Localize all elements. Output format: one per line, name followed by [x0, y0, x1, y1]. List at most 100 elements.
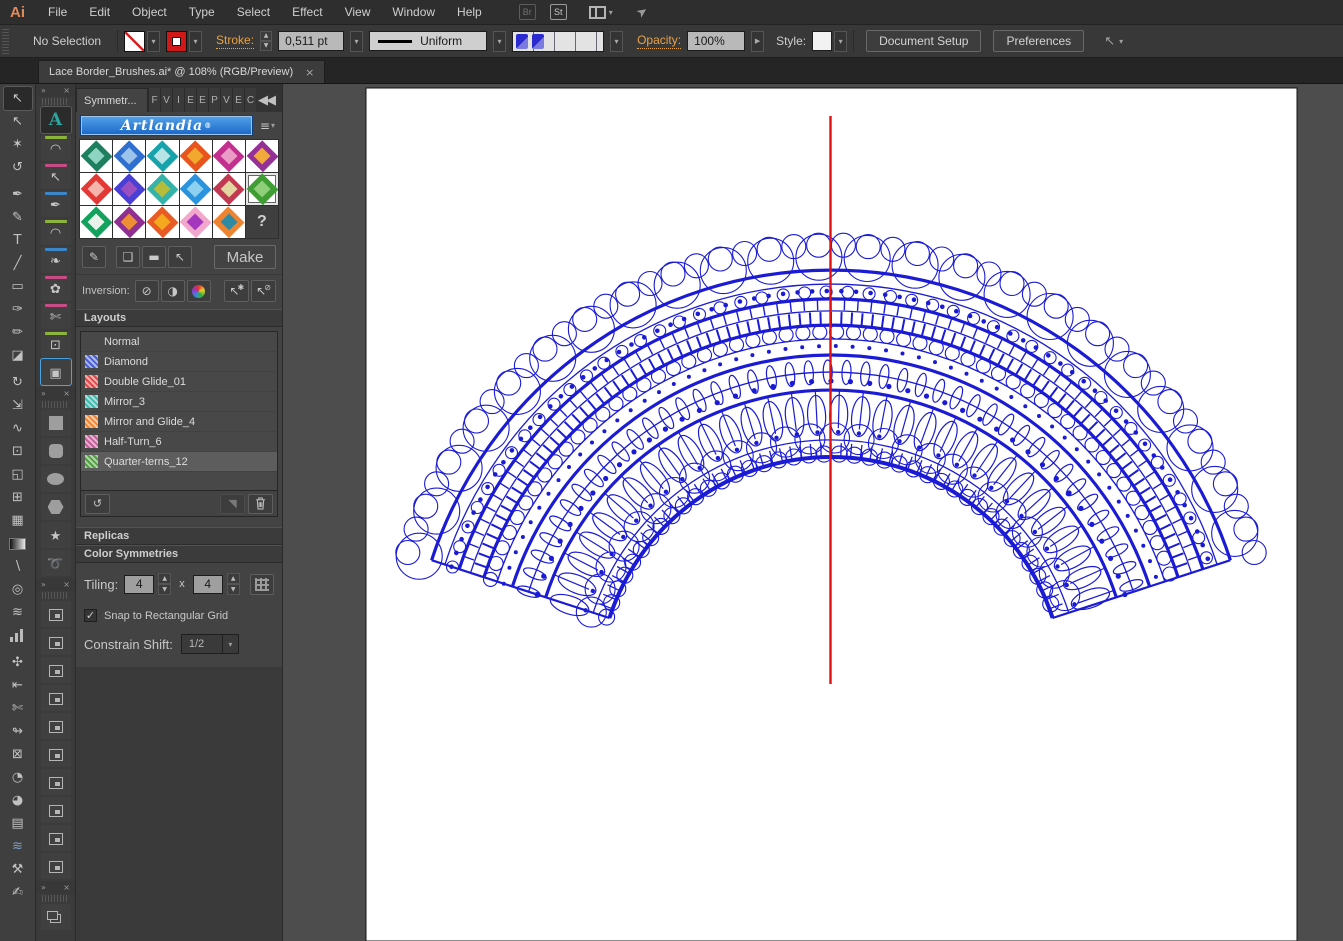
- magic-wand-tool[interactable]: ✶: [4, 133, 32, 156]
- inversion-half-button[interactable]: ◑: [161, 280, 185, 302]
- tiling-y-stepper[interactable]: ▲ ▼: [227, 573, 240, 595]
- direct-selection-tool[interactable]: ↖: [4, 110, 32, 133]
- shapes-mode-button[interactable]: ❑: [116, 246, 140, 268]
- menu-edit[interactable]: Edit: [78, 5, 121, 19]
- dock-grip-handle[interactable]: [42, 98, 69, 105]
- arcs-tool[interactable]: ≋: [4, 835, 32, 858]
- artlandia-logo[interactable]: Artlandia®: [80, 115, 253, 136]
- stepper-up-icon[interactable]: ▲: [158, 573, 171, 584]
- select-art-tool-6[interactable]: [41, 741, 71, 767]
- leaf-tool[interactable]: ❧: [41, 247, 71, 273]
- arc-pen-tool[interactable]: ◠: [41, 135, 71, 161]
- stroke-weight-input[interactable]: 0,511 pt: [278, 31, 344, 51]
- swatch-olive-diamond[interactable]: [146, 173, 178, 205]
- tiling-y-input[interactable]: 4: [193, 575, 223, 594]
- dock-grip-handle[interactable]: [42, 895, 69, 902]
- stepper-up-icon[interactable]: ▲: [227, 573, 240, 584]
- layouts-header[interactable]: Layouts: [76, 309, 282, 327]
- stroke-profile-select[interactable]: Uniform: [369, 31, 487, 51]
- canvas-area[interactable]: [283, 84, 1343, 941]
- close-dock-icon[interactable]: ×: [63, 87, 70, 95]
- rectangle-tool[interactable]: ▭: [4, 275, 32, 298]
- arrow-mode-button[interactable]: ↖: [168, 246, 192, 268]
- swatch-blue-pinwheel[interactable]: [180, 173, 212, 205]
- swatch-peacock-scallops[interactable]: [80, 140, 112, 172]
- width-tool[interactable]: ∿: [4, 417, 32, 440]
- arc-pointer-tool[interactable]: ◕: [4, 789, 32, 812]
- layout-double-glide-01[interactable]: Double Glide_01: [81, 372, 277, 392]
- group-select-tool[interactable]: [41, 904, 71, 930]
- measure-tool[interactable]: ▤: [4, 812, 32, 835]
- paintbrush-tool[interactable]: ✑: [4, 298, 32, 321]
- symbol-sprayer-tool[interactable]: ≋: [4, 601, 32, 624]
- swatch-cream-red-lattice[interactable]: [213, 173, 245, 205]
- close-dock-icon[interactable]: ×: [63, 390, 70, 398]
- close-tab-icon[interactable]: ×: [305, 66, 314, 79]
- fill-dropdown-button[interactable]: ▾: [147, 31, 160, 52]
- swatch-help[interactable]: ?: [246, 206, 278, 238]
- close-dock-icon[interactable]: ×: [63, 884, 70, 892]
- workspace-switcher[interactable]: ▾: [589, 6, 613, 19]
- brush-definition-select[interactable]: [512, 31, 604, 52]
- preferences-button[interactable]: Preferences: [993, 30, 1084, 52]
- dock-grip-handle[interactable]: [42, 592, 69, 599]
- archer-tool[interactable]: ✍: [4, 881, 32, 904]
- inversion-color-wheel-button[interactable]: [187, 280, 211, 302]
- gpu-performance-button[interactable]: ➤: [637, 3, 648, 21]
- stepper-up-icon[interactable]: ▲: [260, 31, 272, 41]
- curvature-pen-tool[interactable]: ✎: [4, 206, 32, 229]
- swatch-blue-purple-diamonds[interactable]: [113, 173, 145, 205]
- pen-tool[interactable]: ✒: [4, 183, 32, 206]
- app-logo[interactable]: Ai: [0, 4, 37, 21]
- select-art-tool-10[interactable]: [41, 853, 71, 879]
- curvature-scissors-tool[interactable]: ↬: [4, 720, 32, 743]
- menu-object[interactable]: Object: [121, 5, 178, 19]
- rotate-tool[interactable]: ↻: [4, 371, 32, 394]
- opacity-label[interactable]: Opacity:: [637, 33, 681, 49]
- star-shape-tool[interactable]: ★: [41, 522, 71, 548]
- tab-symmetryworks[interactable]: Symmetr...: [76, 88, 148, 112]
- layout-mirror-3[interactable]: Mirror_3: [81, 392, 277, 412]
- collapsed-tab-4[interactable]: E: [184, 88, 196, 112]
- hexagon-shape-tool[interactable]: [41, 494, 71, 520]
- select-art-tool-1[interactable]: [41, 601, 71, 627]
- pen-mode-button[interactable]: ✎: [82, 246, 106, 268]
- pattern-cursor-tool[interactable]: ↖: [41, 163, 71, 189]
- snap-checkbox[interactable]: ✓: [84, 609, 97, 622]
- menu-type[interactable]: Type: [178, 5, 226, 19]
- square-shape-tool[interactable]: [41, 410, 71, 436]
- select-art-tool-4[interactable]: [41, 685, 71, 711]
- hammer-tool[interactable]: ⚒: [4, 858, 32, 881]
- select-art-tool-7[interactable]: [41, 769, 71, 795]
- needle-tool[interactable]: ✒: [41, 191, 71, 217]
- style-dropdown[interactable]: ▾: [834, 31, 847, 52]
- layout-quarter-terns-12[interactable]: Quarter-terns_12: [81, 452, 277, 472]
- align-options-button[interactable]: ↖ ▾: [1104, 34, 1123, 49]
- line-segment-tool[interactable]: ╱: [4, 252, 32, 275]
- layout-half-turn-6[interactable]: Half-Turn_6: [81, 432, 277, 452]
- color-symmetries-header[interactable]: Color Symmetries: [76, 545, 282, 563]
- artboard-tool[interactable]: ✣: [4, 651, 32, 674]
- menu-window[interactable]: Window: [381, 5, 446, 19]
- menu-view[interactable]: View: [334, 5, 382, 19]
- swatch-green-knot[interactable]: [246, 173, 278, 205]
- pencil-tool[interactable]: ✏: [4, 321, 32, 344]
- mesh-tool[interactable]: ▦: [4, 509, 32, 532]
- menu-select[interactable]: Select: [226, 5, 281, 19]
- delete-layout-button[interactable]: [248, 494, 273, 514]
- type-tool[interactable]: T: [4, 229, 32, 252]
- opacity-input[interactable]: 100%: [687, 31, 745, 51]
- select-art-tool-2[interactable]: [41, 629, 71, 655]
- dock-grip-handle[interactable]: [42, 401, 69, 408]
- eyedropper-tool[interactable]: ∖: [4, 555, 32, 578]
- swatch-red-spirals[interactable]: [80, 173, 112, 205]
- expand-dock-icon[interactable]: »: [41, 884, 46, 892]
- stroke-dropdown-button[interactable]: ▾: [189, 31, 202, 52]
- inversion-none-button[interactable]: ⊘: [135, 280, 159, 302]
- slice-tool[interactable]: ⇤: [4, 674, 32, 697]
- eraser-tool[interactable]: ◪: [4, 344, 32, 367]
- swatch-blue-waves[interactable]: [113, 140, 145, 172]
- layout-mirror-and-glide-4[interactable]: Mirror and Glide_4: [81, 412, 277, 432]
- collapsed-tab-8[interactable]: E: [232, 88, 244, 112]
- collapsed-tab-3[interactable]: I: [172, 88, 184, 112]
